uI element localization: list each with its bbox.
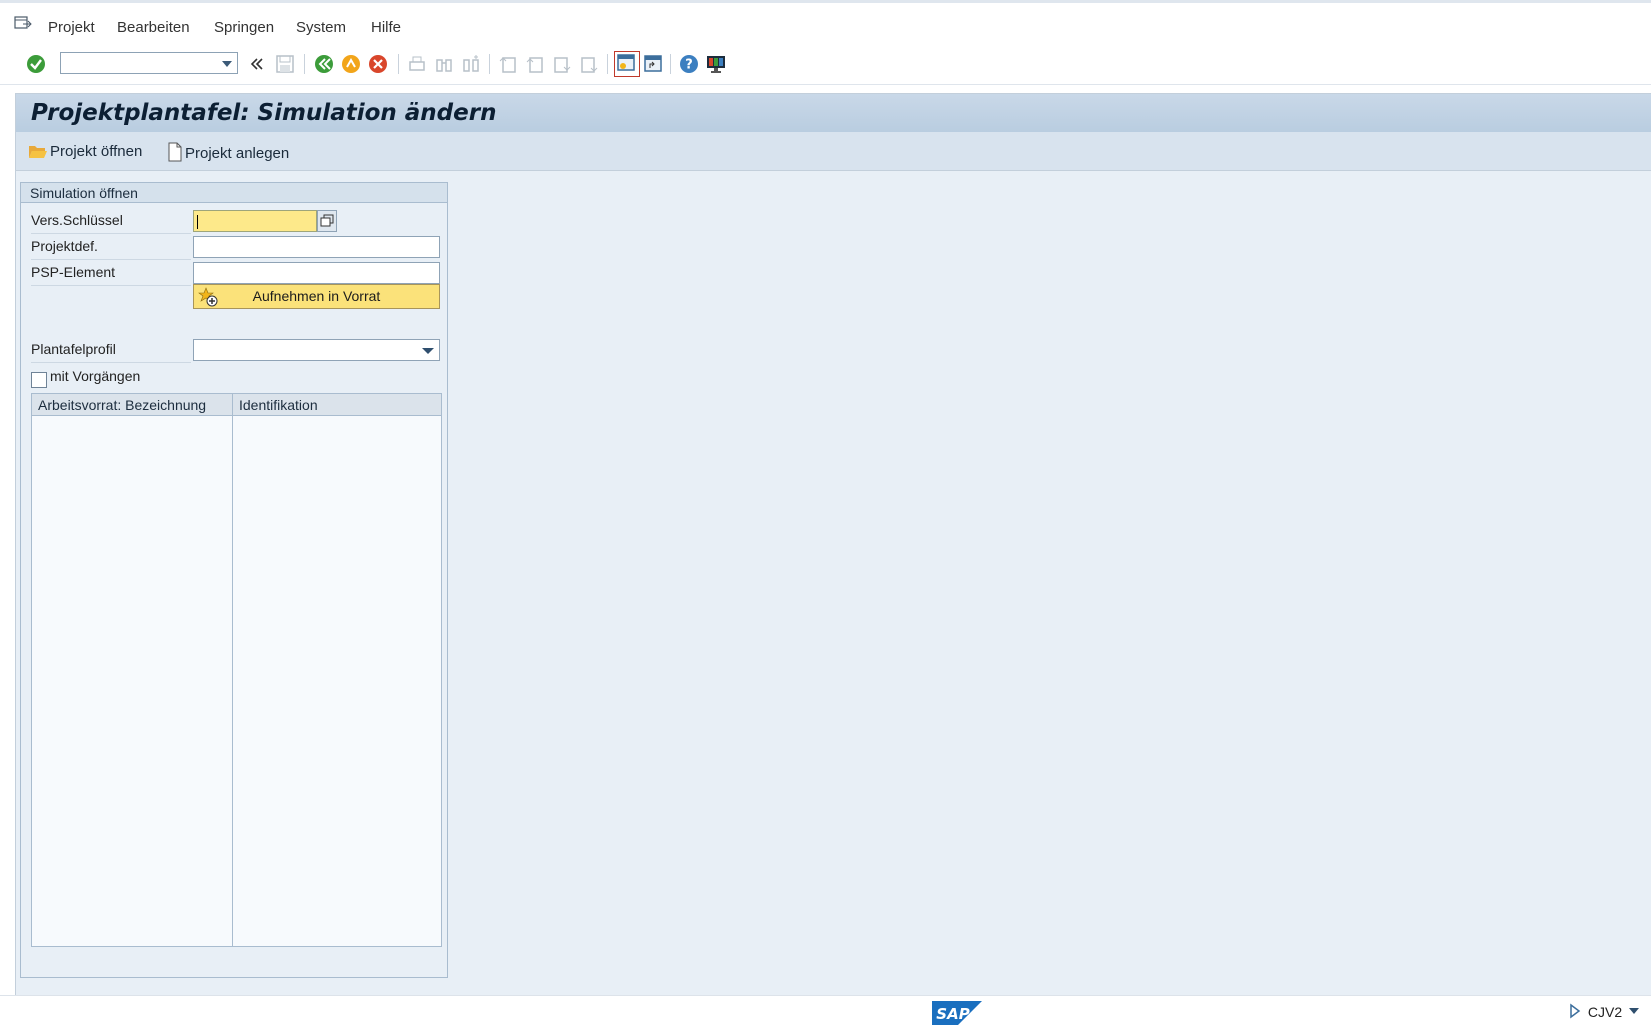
transaction-code-value: CJV2	[1587, 1004, 1623, 1020]
menu-springen[interactable]: Springen	[214, 19, 274, 36]
chevron-down-icon[interactable]	[422, 348, 434, 354]
help-icon[interactable]: ?	[678, 53, 700, 75]
main-area: Projektplantafel: Simulation ändern Proj…	[15, 93, 1651, 996]
version-key-field[interactable]	[193, 210, 317, 232]
project-def-label: Projektdef.	[31, 233, 191, 260]
print-icon[interactable]	[406, 53, 428, 75]
separator	[670, 54, 671, 74]
create-project-button[interactable]: Projekt anlegen	[167, 142, 289, 162]
menu-hilfe[interactable]: Hilfe	[371, 19, 401, 36]
new-document-icon	[168, 142, 182, 162]
application-toolbar: Projekt öffnen Projekt anlegen	[16, 132, 1651, 171]
menu-bar: Projekt Bearbeiten Springen System Hilfe	[0, 0, 1651, 44]
separator	[489, 54, 490, 74]
svg-text:?: ?	[685, 58, 693, 73]
create-project-label: Projekt anlegen	[185, 145, 290, 162]
value-help-icon	[320, 214, 334, 227]
expand-icon[interactable]	[246, 53, 268, 75]
menu-bearbeiten[interactable]: Bearbeiten	[117, 19, 190, 36]
shortcut-icon[interactable]	[642, 53, 664, 75]
menu-projekt[interactable]: Projekt	[48, 19, 95, 36]
wbs-element-label: PSP-Element	[31, 259, 191, 286]
chevron-down-icon[interactable]	[222, 61, 232, 67]
worklist-table: Arbeitsvorrat: Bezeichnung Identifikatio…	[31, 393, 442, 947]
column-header-description[interactable]: Arbeitsvorrat: Bezeichnung	[32, 394, 232, 416]
text-cursor	[197, 215, 198, 229]
find-next-icon[interactable]	[460, 53, 482, 75]
cancel-icon[interactable]	[367, 53, 389, 75]
find-icon[interactable]	[433, 53, 455, 75]
separator	[304, 54, 305, 74]
new-session-icon[interactable]	[614, 51, 640, 77]
next-page-icon[interactable]	[551, 53, 573, 75]
chevron-down-icon[interactable]	[1629, 1007, 1639, 1015]
column-divider	[232, 394, 233, 946]
standard-toolbar: ?	[0, 44, 1651, 85]
title-bar: Projektplantafel: Simulation ändern	[16, 94, 1651, 132]
group-title: Simulation öffnen	[21, 183, 447, 203]
play-icon[interactable]	[1568, 1003, 1582, 1022]
customize-layout-icon[interactable]	[705, 53, 727, 75]
enter-check-icon[interactable]	[25, 53, 47, 75]
column-header-identification[interactable]: Identifikation	[233, 394, 441, 416]
open-project-label: Projekt öffnen	[50, 143, 143, 160]
svg-text:SAP: SAP	[936, 1005, 969, 1023]
value-help-button[interactable]	[317, 210, 337, 232]
open-project-button[interactable]: Projekt öffnen	[28, 142, 142, 160]
menu-system[interactable]: System	[296, 19, 346, 36]
separator	[398, 54, 399, 74]
folder-open-icon	[29, 146, 47, 158]
planning-board-profile-label: Plantafelprofil	[31, 336, 191, 363]
status-bar: SAP CJV2	[0, 995, 1651, 1030]
sap-logo: SAP	[932, 1001, 982, 1028]
last-page-icon[interactable]	[578, 53, 600, 75]
planning-board-profile-select[interactable]	[193, 339, 440, 361]
system-menu-icon[interactable]	[14, 15, 32, 31]
project-def-field[interactable]	[193, 236, 440, 258]
with-activities-label: mit Vorgängen	[50, 368, 141, 384]
previous-page-icon[interactable]	[524, 53, 546, 75]
command-field[interactable]	[60, 52, 238, 74]
save-icon[interactable]	[274, 53, 296, 75]
transaction-code[interactable]: CJV2	[1588, 1004, 1639, 1020]
page-title: Projektplantafel: Simulation ändern	[31, 100, 497, 126]
separator	[607, 54, 608, 74]
first-page-icon[interactable]	[497, 53, 519, 75]
add-to-worklist-label: Aufnehmen in Vorrat	[252, 288, 381, 304]
add-to-worklist-button[interactable]: Aufnehmen in Vorrat	[193, 284, 440, 309]
back-icon[interactable]	[313, 53, 335, 75]
wbs-element-field[interactable]	[193, 262, 440, 284]
simulation-open-group: Simulation öffnen Vers.Schlüssel Projekt…	[20, 182, 448, 978]
exit-icon[interactable]	[340, 53, 362, 75]
star-add-icon	[198, 287, 218, 314]
with-activities-checkbox[interactable]	[31, 372, 47, 388]
version-key-label: Vers.Schlüssel	[31, 207, 191, 234]
